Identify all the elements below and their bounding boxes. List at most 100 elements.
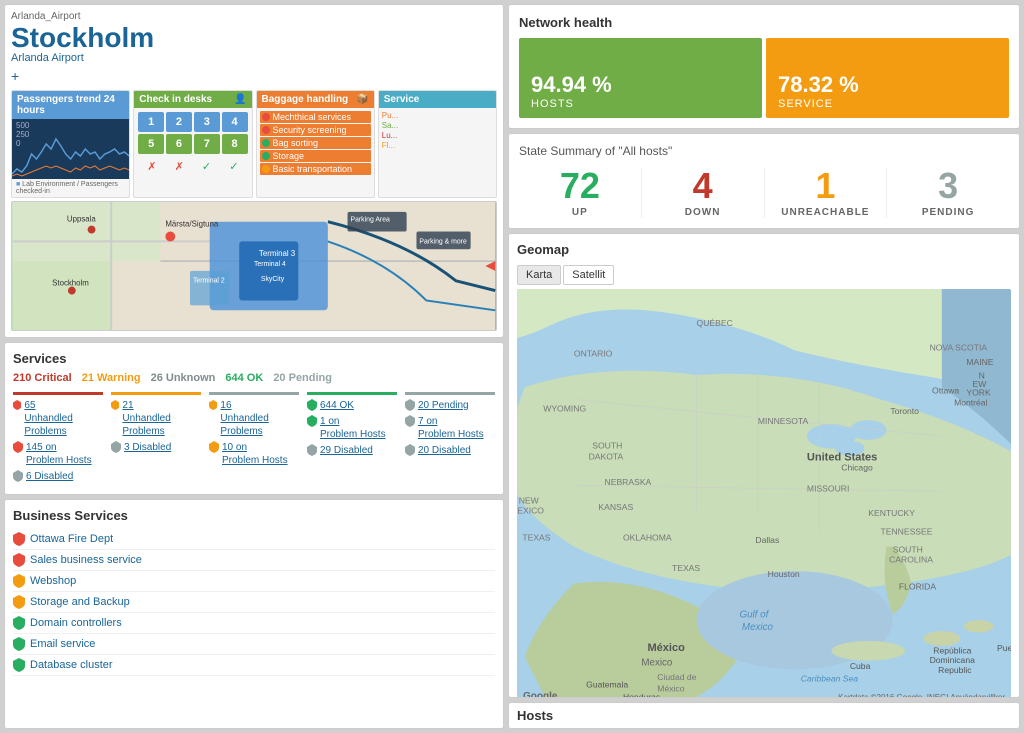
map-svg: United States México Mexico Ciudad de Mé… bbox=[517, 289, 1011, 698]
svg-text:México: México bbox=[657, 683, 684, 693]
svg-text:Ottawa: Ottawa bbox=[932, 385, 959, 395]
svg-text:Parking Area: Parking Area bbox=[350, 217, 390, 224]
airport-map: Terminal 3 Terminal 4 SkyCity Terminal 2… bbox=[11, 201, 497, 331]
shield-icon bbox=[307, 399, 317, 411]
service-percentage: 78.32 % bbox=[778, 72, 859, 98]
tab-karta[interactable]: Karta bbox=[517, 265, 561, 285]
chart-legend: ■ Lab Environment / Passengers checked-i… bbox=[12, 179, 129, 197]
checkin-widget: Check in desks 👤 1 2 3 4 5 6 7 8 ✗ bbox=[133, 90, 252, 198]
svg-text:Märsta/Sigtuna: Märsta/Sigtuna bbox=[165, 220, 218, 229]
desk-5: 5 bbox=[138, 134, 164, 154]
services-title: Services bbox=[13, 351, 495, 366]
svc-item: 10 onProblem Hosts bbox=[209, 441, 299, 467]
pending-label: PENDING bbox=[887, 207, 1009, 218]
baggage-item-4: Storage bbox=[260, 150, 371, 162]
link-unhandled-critical[interactable]: 65Unhandled Problems bbox=[24, 400, 72, 437]
health-bars: 94.94 % HOSTS 78.32 % SERVICE bbox=[519, 38, 1009, 118]
svg-text:CAROLINA: CAROLINA bbox=[889, 555, 933, 565]
health-bar-hosts: 94.94 % HOSTS bbox=[519, 38, 762, 118]
svg-text:NEW: NEW bbox=[519, 496, 540, 506]
state-unreachable: 1 UNREACHABLE bbox=[765, 168, 887, 218]
biz-item-database[interactable]: Database cluster bbox=[13, 655, 495, 676]
svg-text:YORK: YORK bbox=[966, 388, 991, 398]
link-disabled-ok[interactable]: 29 Disabled bbox=[320, 445, 373, 456]
link-problem-hosts-ok[interactable]: 1 onProblem Hosts bbox=[320, 416, 386, 440]
svg-text:Honduras: Honduras bbox=[623, 692, 660, 698]
svg-text:Republic: Republic bbox=[938, 665, 972, 675]
link-pending[interactable]: 20 Pending bbox=[418, 400, 469, 411]
shield-icon bbox=[111, 441, 121, 453]
svg-text:Gulf of: Gulf of bbox=[739, 610, 769, 621]
svc-item: 16Unhandled Problems bbox=[209, 399, 299, 438]
up-count: 72 bbox=[519, 168, 641, 204]
up-label: UP bbox=[519, 207, 641, 218]
link-problem-hosts-unknown[interactable]: 10 onProblem Hosts bbox=[222, 442, 288, 466]
link-problem-hosts-pending[interactable]: 7 onProblem Hosts bbox=[418, 416, 484, 440]
google-map[interactable]: United States México Mexico Ciudad de Mé… bbox=[517, 289, 1011, 698]
business-services-section: Business Services Ottawa Fire Dept Sales… bbox=[4, 499, 504, 729]
link-unhandled-warning[interactable]: 21Unhandled Problems bbox=[122, 400, 170, 437]
biz-item-email[interactable]: Email service bbox=[13, 634, 495, 655]
chart-area: 5002500 bbox=[12, 119, 129, 179]
shield-icon bbox=[111, 399, 119, 411]
svg-text:SOUTH: SOUTH bbox=[893, 545, 923, 555]
svc-col-ok: 644 OK 1 onProblem Hosts 29 Disabled bbox=[307, 392, 397, 486]
svg-text:Montréal: Montréal bbox=[954, 398, 987, 408]
tab-satellit[interactable]: Satellit bbox=[563, 265, 614, 285]
hosts-title: Hosts bbox=[517, 708, 1011, 723]
pending-count: 3 bbox=[887, 168, 1009, 204]
svg-text:DAKOTA: DAKOTA bbox=[589, 451, 624, 461]
svg-text:MISSOURI: MISSOURI bbox=[807, 483, 849, 493]
baggage-widget: Baggage handling 📦 Mechthical services S… bbox=[256, 90, 375, 198]
svg-text:Dallas: Dallas bbox=[755, 535, 779, 545]
hosts-section: Hosts bbox=[508, 702, 1020, 729]
svg-text:MEXICO: MEXICO bbox=[517, 505, 544, 515]
svg-text:Ciudad de: Ciudad de bbox=[657, 672, 696, 682]
biz-item-ottawa[interactable]: Ottawa Fire Dept bbox=[13, 529, 495, 550]
svg-text:KENTUCKY: KENTUCKY bbox=[868, 508, 915, 518]
network-health-title: Network health bbox=[519, 15, 1009, 30]
services-section: Services 210 Critical 21 Warning 26 Unkn… bbox=[4, 342, 504, 495]
checkin-header: Check in desks 👤 bbox=[134, 91, 251, 108]
baggage-item-2: Security screening bbox=[260, 124, 371, 136]
link-disabled-pending[interactable]: 20 Disabled bbox=[418, 445, 471, 456]
link-ok[interactable]: 644 OK bbox=[320, 400, 354, 411]
shield-icon bbox=[307, 444, 317, 456]
google-logo: Google bbox=[523, 691, 557, 698]
svc-item: 65Unhandled Problems bbox=[13, 399, 103, 438]
biz-item-sales[interactable]: Sales business service bbox=[13, 550, 495, 571]
svg-text:Toronto: Toronto bbox=[890, 406, 919, 416]
svg-text:KANSAS: KANSAS bbox=[598, 502, 633, 512]
svg-text:TEXAS: TEXAS bbox=[672, 563, 700, 573]
services-summary: 210 Critical 21 Warning 26 Unknown 644 O… bbox=[13, 372, 495, 384]
shield-green-icon bbox=[13, 637, 25, 651]
link-problem-hosts-critical[interactable]: 145 onProblem Hosts bbox=[26, 442, 92, 466]
svg-text:Terminal 3: Terminal 3 bbox=[259, 249, 296, 258]
down-count: 4 bbox=[642, 168, 764, 204]
passengers-widget: Passengers trend 24 hours 5002500 ■ Lab … bbox=[11, 90, 130, 198]
svg-text:TENNESSEE: TENNESSEE bbox=[881, 526, 933, 536]
baggage-item-3: Bag sorting bbox=[260, 137, 371, 149]
svg-text:Guatemala: Guatemala bbox=[586, 680, 628, 690]
svg-text:Parking & more: Parking & more bbox=[419, 238, 467, 245]
link-disabled-critical[interactable]: 6 Disabled bbox=[26, 471, 73, 482]
svg-text:Uppsala: Uppsala bbox=[67, 215, 96, 224]
unreachable-count: 1 bbox=[765, 168, 887, 204]
link-unhandled-unknown[interactable]: 16Unhandled Problems bbox=[220, 400, 268, 437]
plus-button[interactable]: + bbox=[11, 68, 19, 84]
link-disabled-warning[interactable]: 3 Disabled bbox=[124, 442, 171, 453]
baggage-item-1: Mechthical services bbox=[260, 111, 371, 123]
desk-status-row: ✗ ✗ ✓ ✓ bbox=[134, 158, 251, 175]
biz-item-webshop[interactable]: Webshop bbox=[13, 571, 495, 592]
desk-2: 2 bbox=[166, 112, 192, 132]
biz-item-storage[interactable]: Storage and Backup bbox=[13, 592, 495, 613]
biz-label-storage: Storage and Backup bbox=[30, 596, 130, 608]
svg-text:SkyCity: SkyCity bbox=[261, 276, 285, 283]
airport-title: Stockholm bbox=[11, 24, 497, 52]
passengers-header: Passengers trend 24 hours bbox=[12, 91, 129, 119]
svc-item: 29 Disabled bbox=[307, 444, 397, 457]
svg-text:Caribbean Sea: Caribbean Sea bbox=[801, 673, 858, 683]
state-pending: 3 PENDING bbox=[887, 168, 1009, 218]
svc-item: 1 onProblem Hosts bbox=[307, 415, 397, 441]
biz-item-domain[interactable]: Domain controllers bbox=[13, 613, 495, 634]
